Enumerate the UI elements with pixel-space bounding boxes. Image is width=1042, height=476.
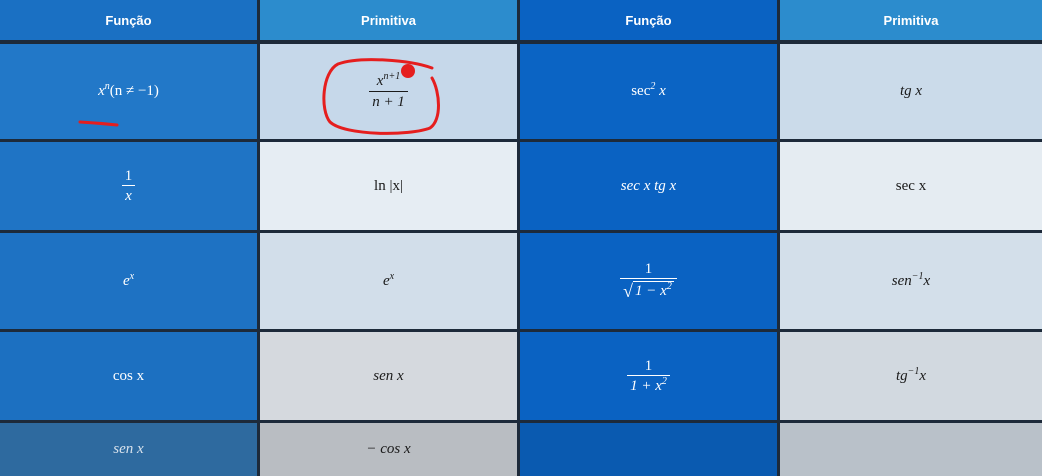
table-row-5-funcao: sen x xyxy=(0,423,257,476)
header-funcao-2: Função xyxy=(520,0,777,40)
table-row-4-funcao: cos x xyxy=(0,332,257,420)
formula-sec-tg: sec x tg x xyxy=(620,177,677,194)
formula-sec-squared: sec2 x xyxy=(631,81,666,100)
header-label: Primitiva xyxy=(883,12,939,28)
table-row-3-primitiva-2: sen−1x xyxy=(780,233,1042,329)
formula-cos: cos x xyxy=(112,367,145,384)
formula-arctg: tg−1x xyxy=(895,365,927,384)
header-primitiva-2: Primitiva xyxy=(780,0,1042,40)
table-row-4-funcao-2: 1 1 + x2 xyxy=(520,332,777,420)
formula-ln: ln |x| xyxy=(374,177,403,194)
formula-sen: sen x xyxy=(373,367,404,384)
table-row-1-primitiva: xn+1 n + 1 xyxy=(260,44,517,139)
table-row-2-funcao: 1x xyxy=(0,142,257,230)
header-funcao-1: Função xyxy=(0,0,257,40)
table-row-3-funcao-2: 1 √ 1 − x2 xyxy=(520,233,777,329)
table-row-4-primitiva-2: tg−1x xyxy=(780,332,1042,420)
table-row-3-primitiva: ex xyxy=(260,233,517,329)
formula-inverse-one-plus: 1 1 + x2 xyxy=(627,358,670,395)
formula-sen-row5: sen x xyxy=(113,441,144,457)
table-row-1-funcao: xn(n ≠ −1) xyxy=(0,44,257,139)
formula-tg: tg x xyxy=(899,83,923,99)
header-label: Função xyxy=(105,12,152,28)
table-row-5-primitiva: − cos x xyxy=(260,423,517,476)
table-row-2-primitiva-2: sec x xyxy=(780,142,1042,230)
formula-minus-cos: − cos x xyxy=(366,441,411,457)
table-row-2-primitiva: ln |x| xyxy=(260,142,517,230)
table-row-5-primitiva-2 xyxy=(780,423,1042,476)
header-label: Primitiva xyxy=(361,12,416,28)
formula-sec: sec x xyxy=(895,177,927,194)
formula-reciprocal: 1x xyxy=(122,168,136,205)
table-row-4-primitiva: sen x xyxy=(260,332,517,420)
formula-power: xn(n ≠ −1) xyxy=(98,81,159,100)
table-row-1-primitiva-2: tg x xyxy=(780,44,1042,139)
header-label: Função xyxy=(625,12,672,28)
table-row-5-funcao-2 xyxy=(520,423,777,476)
table-row-1-funcao-2: sec2 x xyxy=(520,44,777,139)
formula-inverse-sqrt: 1 √ 1 − x2 xyxy=(620,261,677,302)
formula-arcsen: sen−1x xyxy=(891,270,931,289)
formula-exp-primitive: ex xyxy=(382,270,395,289)
table-row-2-funcao-2: sec x tg x xyxy=(520,142,777,230)
header-primitiva-1: Primitiva xyxy=(260,0,517,40)
table-row-3-funcao: ex xyxy=(0,233,257,329)
antiderivative-table: Função Primitiva Função Primitiva xn(n ≠… xyxy=(0,0,1042,476)
formula-exp: ex xyxy=(122,270,135,289)
formula-power-primitive: xn+1 n + 1 xyxy=(369,72,408,110)
